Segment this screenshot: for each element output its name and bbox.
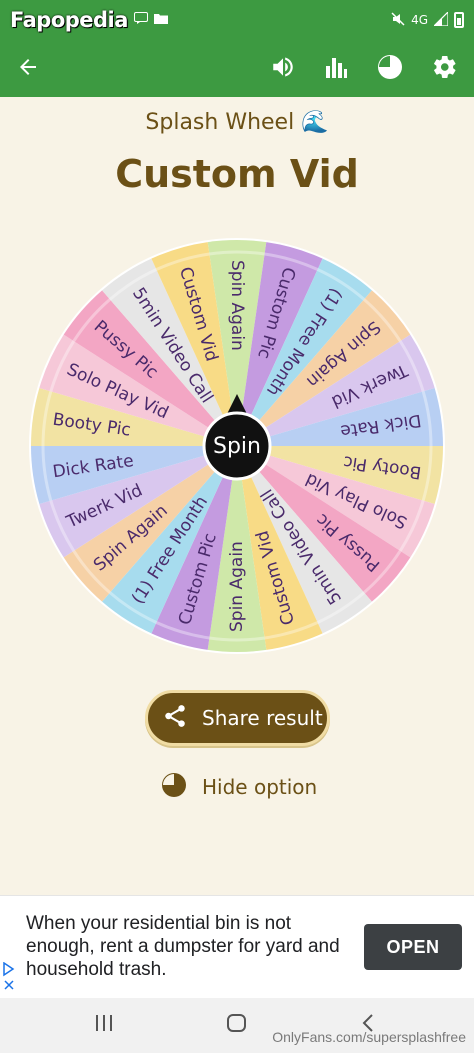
spin-button-label: Spin xyxy=(213,434,261,459)
spin-wheel[interactable]: Spin Again Custom Pic (1) Free Month Spin A… xyxy=(27,236,447,656)
ad-choices-icon[interactable] xyxy=(3,961,15,997)
nav-watermark: OnlyFans.com/supersplashfree xyxy=(272,1029,466,1045)
signal-icon xyxy=(432,10,449,29)
share-result-button[interactable]: Share result xyxy=(145,690,330,746)
message-icon xyxy=(133,12,148,28)
ad-banner[interactable]: When your residential bin is not enough,… xyxy=(0,895,474,998)
pie-chart-icon xyxy=(160,771,188,804)
notification-icons xyxy=(133,12,168,28)
recent-apps-icon[interactable] xyxy=(94,1012,114,1038)
pie-chart-icon[interactable] xyxy=(376,53,404,85)
wheel-segment-label: Spin Again xyxy=(227,541,247,632)
wheel-segment-label: Spin Again xyxy=(227,260,247,351)
home-icon[interactable] xyxy=(226,1012,248,1038)
wheel-graphic: Spin Again Custom Pic(1) Free MonthSpin A… xyxy=(29,238,445,654)
volume-icon[interactable] xyxy=(270,54,296,84)
ad-open-button[interactable]: OPEN xyxy=(364,924,462,970)
ad-text: When your residential bin is not enough,… xyxy=(26,913,340,980)
battery-icon xyxy=(454,12,464,28)
result-title: Custom Vid xyxy=(115,152,359,196)
share-icon xyxy=(162,703,188,734)
system-icons: 4G xyxy=(391,10,464,29)
status-bar: Fapopedia 4G xyxy=(0,0,474,40)
mute-icon xyxy=(391,11,405,29)
system-nav-bar: OnlyFans.com/supersplashfree xyxy=(0,998,474,1053)
bar-chart-icon[interactable] xyxy=(324,54,348,84)
watermark: Fapopedia xyxy=(10,8,128,32)
share-result-label: Share result xyxy=(202,706,323,730)
back-arrow-icon[interactable] xyxy=(16,55,40,83)
hide-option-label: Hide option xyxy=(202,775,318,799)
gear-icon[interactable] xyxy=(432,54,458,84)
app-bar xyxy=(0,40,474,97)
network-label: 4G xyxy=(411,13,428,27)
folder-icon xyxy=(153,12,168,28)
wheel-name: Splash Wheel 🌊 xyxy=(145,110,329,135)
hide-option-button[interactable]: Hide option xyxy=(160,770,317,804)
